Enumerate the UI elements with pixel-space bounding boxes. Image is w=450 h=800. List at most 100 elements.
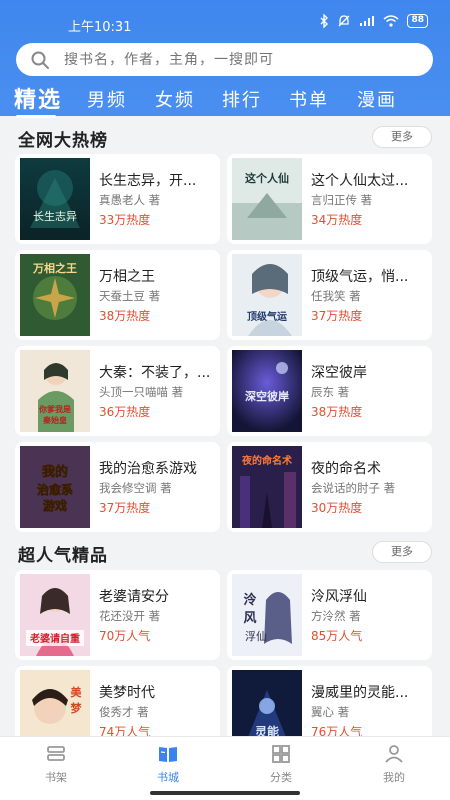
nav-label: 书城 xyxy=(157,771,179,784)
tab-female[interactable]: 女频 xyxy=(155,86,195,112)
search-input[interactable] xyxy=(64,51,384,68)
grid-icon xyxy=(272,745,290,763)
svg-text:美: 美 xyxy=(71,685,83,699)
search-icon xyxy=(31,51,49,69)
svg-text:长生志异: 长生志异 xyxy=(33,209,77,223)
book-author: 方泠然 著 xyxy=(311,609,361,623)
book-heat: 30万热度 xyxy=(311,501,363,515)
bluetooth-icon xyxy=(320,14,329,28)
main-content: 全网大热榜 更多 长生志异 长生志异，开... 真愚老人 著 33万热度 这个人… xyxy=(0,116,450,736)
book-author: 任我笑 著 xyxy=(311,289,361,303)
search-bar[interactable] xyxy=(16,43,433,76)
book-author: 辰东 著 xyxy=(311,385,350,399)
book-title: 老婆请安分 xyxy=(99,589,169,605)
svg-text:这个人仙: 这个人仙 xyxy=(245,171,289,185)
section-title-popular: 超人气精品 xyxy=(18,546,108,566)
book-heat: 37万热度 xyxy=(311,309,363,323)
tab-male[interactable]: 男频 xyxy=(87,86,127,112)
book-title: 深空彼岸 xyxy=(311,365,367,381)
book-card[interactable]: 老婆请自重 老婆请安分 花还没开 著 70万人气 xyxy=(15,570,220,660)
book-cover: 泠风浮仙 xyxy=(232,574,302,656)
book-title: 我的治愈系游戏 xyxy=(99,461,197,477)
book-title: 大秦：不装了，... xyxy=(99,365,211,381)
tab-booklist[interactable]: 书单 xyxy=(289,86,329,112)
home-indicator[interactable] xyxy=(150,791,300,795)
book-card[interactable]: 你爹我是 秦始皇 大秦：不装了，... 头顶一只喵喵 著 36万热度 xyxy=(15,346,220,436)
book-heat: 70万人气 xyxy=(99,629,151,643)
nav-profile[interactable]: 我的 xyxy=(338,737,450,787)
book-heat: 74万人气 xyxy=(99,725,151,736)
book-cover: 你爹我是 秦始皇 xyxy=(20,350,90,432)
book-card[interactable]: 美梦 美梦时代 俊秀才 著 74万人气 xyxy=(15,666,220,736)
svg-text:顶级气运: 顶级气运 xyxy=(247,310,287,323)
svg-text:治愈系: 治愈系 xyxy=(37,482,73,497)
book-title: 这个人仙太过... xyxy=(311,173,409,189)
book-heat: 76万人气 xyxy=(311,725,363,736)
profile-icon xyxy=(385,745,403,763)
tab-comics[interactable]: 漫画 xyxy=(357,86,397,112)
svg-text:梦: 梦 xyxy=(71,701,83,715)
svg-text:浮仙: 浮仙 xyxy=(245,630,267,643)
tab-ranking[interactable]: 排行 xyxy=(222,86,262,112)
book-card[interactable]: 灵能 漫威里的灵能... 翼心 著 76万人气 xyxy=(227,666,432,736)
svg-text:夜的命名术: 夜的命名术 xyxy=(241,454,292,467)
book-card[interactable]: 深空彼岸 深空彼岸 辰东 著 38万热度 xyxy=(227,346,432,436)
book-cover: 长生志异 xyxy=(20,158,90,240)
svg-text:游戏: 游戏 xyxy=(43,498,67,513)
more-button-hot[interactable]: 更多 xyxy=(372,126,432,148)
book-card[interactable]: 顶级气运 顶级气运，悄... 任我笑 著 37万热度 xyxy=(227,250,432,340)
book-cover: 顶级气运 xyxy=(232,254,302,336)
book-author: 真愚老人 著 xyxy=(99,193,161,207)
book-card[interactable]: 长生志异 长生志异，开... 真愚老人 著 33万热度 xyxy=(15,154,220,244)
status-bar: 上午10:31 88 xyxy=(0,0,450,40)
book-author: 天蚕土豆 著 xyxy=(99,289,161,303)
svg-text:万相之王: 万相之王 xyxy=(32,261,77,275)
more-button-popular[interactable]: 更多 xyxy=(372,541,432,563)
book-author: 花还没开 著 xyxy=(99,609,161,623)
header: 上午10:31 88 精选 男频 女频 排行 书单 漫画 xyxy=(0,0,450,118)
svg-text:你爹我是: 你爹我是 xyxy=(38,404,71,414)
wifi-icon xyxy=(383,15,399,27)
book-title: 夜的命名术 xyxy=(311,461,381,477)
book-card[interactable]: 万相之王 万相之王 天蚕土豆 著 38万热度 xyxy=(15,250,220,340)
svg-text:灵能: 灵能 xyxy=(255,724,279,736)
bookstore-icon xyxy=(159,747,177,762)
battery-indicator: 88 xyxy=(407,14,428,28)
book-author: 言归正传 著 xyxy=(311,193,373,207)
nav-bookshelf[interactable]: 书架 xyxy=(0,737,112,787)
status-time: 上午10:31 xyxy=(68,20,132,35)
svg-text:风: 风 xyxy=(243,611,256,626)
book-author: 翼心 著 xyxy=(311,705,350,719)
book-cover: 万相之王 xyxy=(20,254,90,336)
book-card[interactable]: 我的 治愈系 游戏 我的治愈系游戏 我会修空调 著 37万热度 xyxy=(15,442,220,532)
book-heat: 34万热度 xyxy=(311,213,363,227)
book-cover: 老婆请自重 xyxy=(20,574,90,656)
book-cover: 深空彼岸 xyxy=(232,350,302,432)
book-title: 顶级气运，悄... xyxy=(311,269,409,285)
book-card[interactable]: 泠风浮仙 泠风浮仙 方泠然 著 85万人气 xyxy=(227,570,432,660)
book-author: 我会修空调 著 xyxy=(99,481,172,495)
nav-label: 分类 xyxy=(270,771,292,784)
book-cover: 这个人仙 xyxy=(232,158,302,240)
status-icons: 88 xyxy=(319,14,428,28)
svg-text:深空彼岸: 深空彼岸 xyxy=(245,389,289,403)
tab-featured[interactable]: 精选 xyxy=(14,82,62,118)
category-tabs: 精选 男频 女频 排行 书单 漫画 xyxy=(0,80,450,118)
mute-icon xyxy=(339,15,350,27)
book-heat: 37万热度 xyxy=(99,501,151,515)
book-cover: 灵能 xyxy=(232,670,302,736)
book-author: 俊秀才 著 xyxy=(99,705,149,719)
book-card[interactable]: 这个人仙 这个人仙太过... 言归正传 著 34万热度 xyxy=(227,154,432,244)
book-author: 会说话的肘子 著 xyxy=(311,481,396,495)
book-heat: 85万人气 xyxy=(311,629,363,643)
svg-text:我的: 我的 xyxy=(42,464,68,480)
book-heat: 33万热度 xyxy=(99,213,151,227)
nav-category[interactable]: 分类 xyxy=(225,737,337,787)
book-cover: 我的 治愈系 游戏 xyxy=(20,446,90,528)
nav-bookstore[interactable]: 书城 xyxy=(112,737,224,787)
signal-icon xyxy=(360,16,375,26)
bookshelf-icon xyxy=(47,746,65,761)
book-card[interactable]: 夜的命名术 夜的命名术 会说话的肘子 著 30万热度 xyxy=(227,442,432,532)
book-title: 长生志异，开... xyxy=(99,173,197,189)
book-title: 万相之王 xyxy=(99,269,155,285)
